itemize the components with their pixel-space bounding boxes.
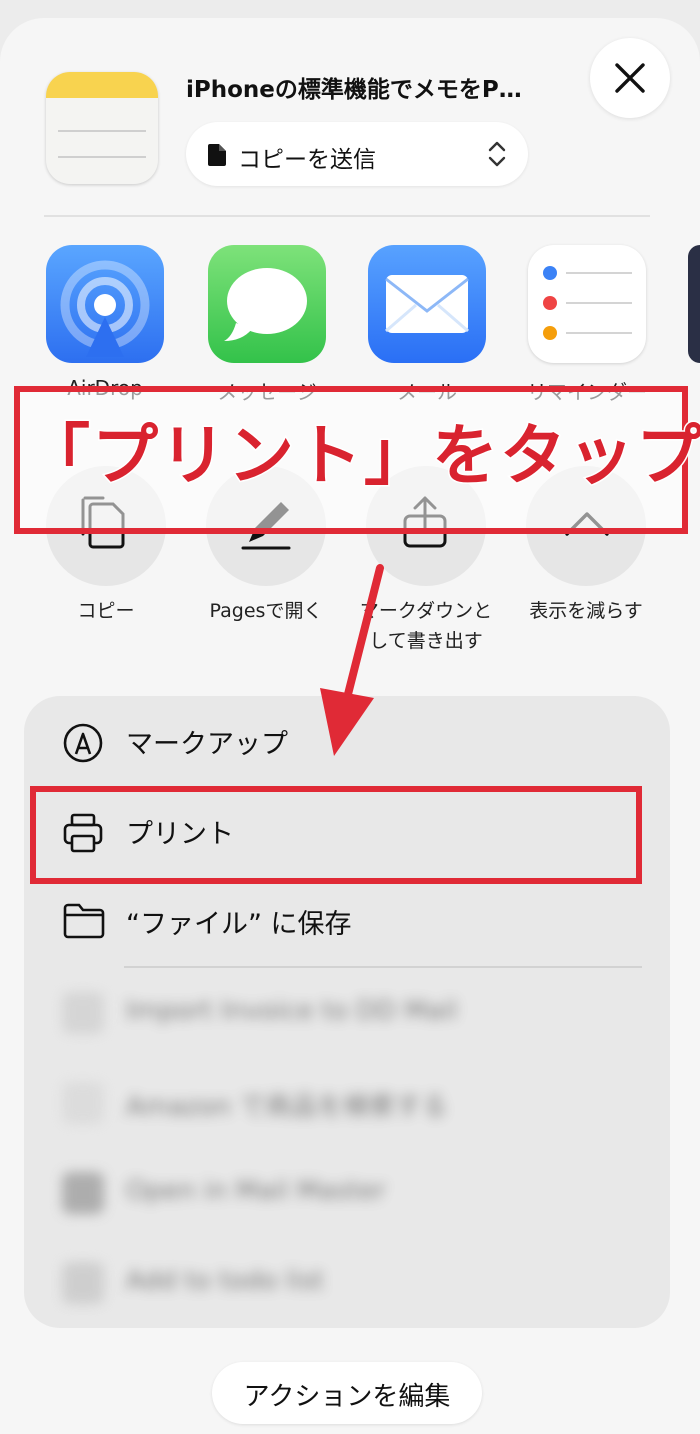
menu-row-save-to-files[interactable]: “ファイル” に保存 <box>24 878 670 968</box>
action-label-copy: コピー <box>77 600 135 622</box>
edit-actions-label: アクションを編集 <box>243 1382 451 1412</box>
messages-app[interactable] <box>208 245 326 363</box>
blurred-row-3[interactable]: Open in Mail Master <box>24 1148 670 1238</box>
blurred-label: Import Invoice to DD Mail <box>126 996 458 1026</box>
print-highlight-box <box>30 786 642 884</box>
envelope-icon <box>385 275 469 333</box>
annotation-arrow-icon <box>320 564 384 756</box>
blurred-app-icon <box>62 1172 104 1214</box>
notes-app-icon <box>46 72 158 184</box>
document-icon <box>208 144 226 166</box>
chevron-updown-icon <box>488 141 506 167</box>
close-button[interactable] <box>590 38 670 118</box>
blurred-row-2[interactable]: Amazon で商品を検索する <box>24 1058 670 1148</box>
reminders-icon <box>543 266 632 340</box>
blurred-row-4[interactable]: Add to todo list <box>24 1238 670 1328</box>
blurred-label: Amazon で商品を検索する <box>126 1092 448 1122</box>
menu-label-save-files: “ファイル” に保存 <box>126 909 352 940</box>
blurred-app-icon <box>62 992 104 1034</box>
send-mode-label: コピーを送信 <box>238 147 376 173</box>
header-divider <box>44 215 650 217</box>
edit-actions-button[interactable]: アクションを編集 <box>212 1362 482 1424</box>
airdrop-app[interactable] <box>46 245 164 363</box>
action-label-show-less: 表示を減らす <box>529 600 643 622</box>
blurred-row-1[interactable]: Import Invoice to DD Mail <box>24 968 670 1058</box>
message-bubble-icon <box>224 268 307 341</box>
menu-label-markup: マークアップ <box>126 729 288 760</box>
next-app-partial[interactable] <box>688 245 700 363</box>
folder-icon <box>63 903 105 939</box>
annotation-text: 「プリント」をタップ <box>23 416 700 496</box>
blurred-label: Open in Mail Master <box>126 1176 386 1206</box>
mail-app[interactable] <box>368 245 486 363</box>
airdrop-icon <box>60 260 150 357</box>
reminders-app[interactable] <box>528 245 646 363</box>
blurred-label: Add to todo list <box>126 1266 324 1296</box>
close-icon <box>615 63 645 93</box>
markup-icon <box>63 723 103 763</box>
share-title: iPhoneの標準機能でメモをP… <box>186 77 522 103</box>
blurred-app-icon <box>62 1262 104 1304</box>
blurred-app-icon <box>62 1082 104 1124</box>
send-mode-selector[interactable]: コピーを送信 <box>186 122 528 186</box>
